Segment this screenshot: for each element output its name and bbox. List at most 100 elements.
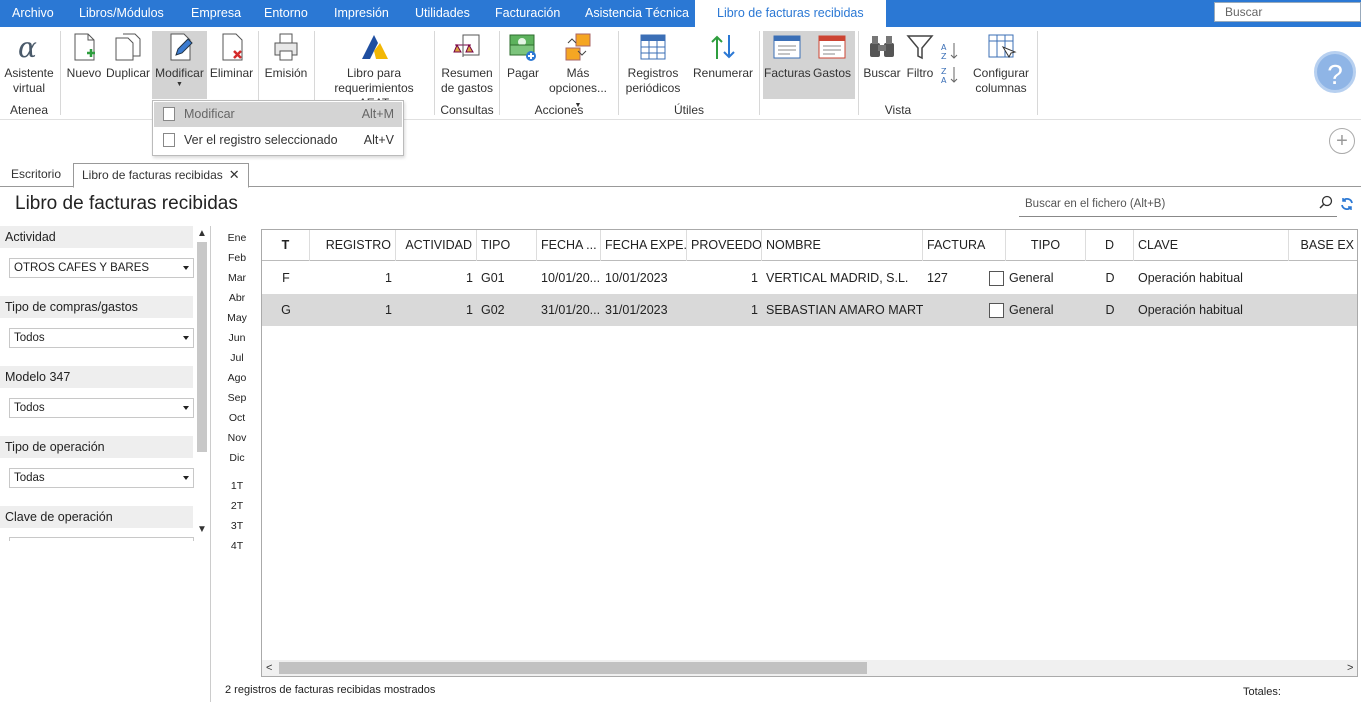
sort-descending-button[interactable]: ZA xyxy=(940,65,960,89)
filter-scrollbar[interactable]: ▲ ▼ xyxy=(195,226,209,540)
filter-modelo-347-select[interactable]: Todos xyxy=(9,398,194,418)
menu-entorno[interactable]: Entorno xyxy=(254,0,318,27)
column-header[interactable]: PROVEEDOR xyxy=(687,230,762,261)
month-sep[interactable]: Sep xyxy=(222,392,252,404)
menu-archivo[interactable]: Archivo xyxy=(2,0,64,27)
facturas-view-button[interactable]: Facturas xyxy=(764,31,811,81)
month-ago[interactable]: Ago xyxy=(222,372,252,384)
pagar-button[interactable]: Pagar xyxy=(505,31,541,81)
modificar-button[interactable]: Modificar ▼ xyxy=(152,31,207,99)
column-header[interactable]: TIPO xyxy=(477,230,537,261)
svg-text:α: α xyxy=(18,31,37,63)
scroll-left-icon[interactable]: < xyxy=(266,660,272,676)
buscar-button[interactable]: Buscar xyxy=(862,31,902,81)
duplicar-button[interactable]: Duplicar xyxy=(105,31,151,81)
cell-t: G xyxy=(281,303,291,317)
column-header[interactable]: FACTURA xyxy=(923,230,1006,261)
emision-label: Emisión xyxy=(264,66,308,80)
column-header[interactable]: NOMBRE xyxy=(762,230,923,261)
filter-actividad-select[interactable]: OTROS CAFES Y BARES xyxy=(9,258,194,278)
scrollbar-thumb[interactable] xyxy=(279,662,867,674)
scroll-down-icon[interactable]: ▼ xyxy=(197,524,207,535)
configurar-columnas-button[interactable]: Configurar columnas xyxy=(968,31,1034,96)
cell-fecha: 31/01/20... xyxy=(541,303,601,317)
chevron-down-icon xyxy=(183,336,189,340)
row-checkbox[interactable] xyxy=(989,271,1004,286)
column-header[interactable]: REGISTRO xyxy=(310,230,396,261)
column-header[interactable]: T xyxy=(262,230,310,261)
menu-empresa[interactable]: Empresa xyxy=(181,0,251,27)
quarter-3t[interactable]: 3T xyxy=(222,520,252,532)
month-may[interactable]: May xyxy=(222,312,252,324)
libro-label-1: Libro para xyxy=(346,66,402,80)
file-search-input[interactable]: Buscar en el fichero (Alt+B) xyxy=(1019,193,1337,217)
month-nov[interactable]: Nov xyxy=(222,432,252,444)
aeat-logo-icon xyxy=(362,35,388,59)
mas-opciones-button[interactable]: Más opciones... ▼ xyxy=(545,31,611,113)
refresh-icon[interactable] xyxy=(1340,197,1354,211)
eliminar-button[interactable]: Eliminar xyxy=(209,31,254,81)
tab-libro-facturas-recibidas[interactable]: Libro de facturas recibidas ✕ xyxy=(73,163,249,188)
menu-libro-facturas-recibidas[interactable]: Libro de facturas recibidas xyxy=(695,0,886,28)
menu-utilidades[interactable]: Utilidades xyxy=(405,0,480,27)
cell-actividad: 1 xyxy=(466,303,473,317)
libro-requerimientos-aeat-button[interactable]: Libro para requerimientos AEAT xyxy=(318,31,430,111)
dropdown-item-modificar[interactable]: Modificar Alt+M xyxy=(154,102,402,127)
table-horizontal-scrollbar[interactable]: < > xyxy=(262,660,1357,676)
column-header[interactable]: CLAVE xyxy=(1134,230,1289,261)
month-ene[interactable]: Ene xyxy=(222,232,252,244)
gastos-view-button[interactable]: Gastos xyxy=(810,31,854,81)
scroll-right-icon[interactable]: > xyxy=(1347,660,1353,676)
document-icon xyxy=(163,107,175,121)
column-header[interactable]: TIPO xyxy=(1006,230,1086,261)
menu-impresion[interactable]: Impresión xyxy=(324,0,399,27)
quarter-2t[interactable]: 2T xyxy=(222,500,252,512)
month-feb[interactable]: Feb xyxy=(222,252,252,264)
month-mar[interactable]: Mar xyxy=(222,272,252,284)
column-header[interactable]: FECHA EXPE... xyxy=(601,230,687,261)
scroll-up-icon[interactable]: ▲ xyxy=(197,228,207,239)
month-jun[interactable]: Jun xyxy=(222,332,252,344)
column-header[interactable]: FECHA ... xyxy=(537,230,601,261)
global-search-input[interactable]: Buscar xyxy=(1214,2,1361,22)
table-row[interactable]: F 1 1 G01 10/01/20... 10/01/2023 1 VERTI… xyxy=(262,262,1357,294)
table-row[interactable]: G 1 1 G02 31/01/20... 31/01/2023 1 SEBAS… xyxy=(262,294,1357,326)
search-icon[interactable] xyxy=(1319,195,1333,209)
menu-libros-modulos[interactable]: Libros/Módulos xyxy=(69,0,174,27)
quarter-1t[interactable]: 1T xyxy=(222,480,252,492)
filter-tipo-compras-select[interactable]: Todos xyxy=(9,328,194,348)
filter-clave-operacion-select[interactable] xyxy=(9,537,194,541)
month-oct[interactable]: Oct xyxy=(222,412,252,424)
quarter-4t[interactable]: 4T xyxy=(222,540,252,552)
registros-periodicos-button[interactable]: Registros periódicos xyxy=(622,31,684,96)
menu-facturacion[interactable]: Facturación xyxy=(485,0,570,27)
row-checkbox[interactable] xyxy=(989,303,1004,318)
column-header[interactable]: BASE EX xyxy=(1289,230,1357,261)
emision-button[interactable]: Emisión xyxy=(263,31,309,81)
month-jul[interactable]: Jul xyxy=(222,352,252,364)
help-icon[interactable]: ? xyxy=(1314,51,1356,93)
dropdown-item-ver-registro[interactable]: Ver el registro seleccionado Alt+V xyxy=(154,128,402,153)
sort-ascending-button[interactable]: AZ xyxy=(940,41,960,65)
nuevo-button[interactable]: Nuevo xyxy=(65,31,103,81)
cell-proveedor: 1 xyxy=(751,303,758,317)
resumen-gastos-button[interactable]: Resumen de gastos xyxy=(439,31,495,96)
renumerar-button[interactable]: Renumerar xyxy=(692,31,754,81)
asistente-virtual-button[interactable]: α Asistente virtual xyxy=(3,31,55,96)
column-header[interactable]: D xyxy=(1086,230,1134,261)
menu-asistencia-tecnica[interactable]: Asistencia Técnica xyxy=(575,0,699,27)
expenses-window-icon xyxy=(818,35,846,59)
month-dic[interactable]: Dic xyxy=(222,452,252,464)
scrollbar-thumb[interactable] xyxy=(197,242,207,452)
month-abr[interactable]: Abr xyxy=(222,292,252,304)
column-header[interactable]: ACTIVIDAD xyxy=(396,230,477,261)
add-tab-icon[interactable]: + xyxy=(1329,128,1355,154)
view-document-icon xyxy=(163,133,175,147)
filter-tipo-operacion-select[interactable]: Todas xyxy=(9,468,194,488)
close-icon[interactable]: ✕ xyxy=(229,167,240,182)
modificar-arrow-icon: ▼ xyxy=(176,81,183,88)
document-tabs: Escritorio Libro de facturas recibidas ✕ xyxy=(0,161,1361,188)
tab-escritorio[interactable]: Escritorio xyxy=(3,163,69,187)
cell-nombre: VERTICAL MADRID, S.L. xyxy=(766,271,909,285)
filtro-button[interactable]: Filtro xyxy=(903,31,937,81)
